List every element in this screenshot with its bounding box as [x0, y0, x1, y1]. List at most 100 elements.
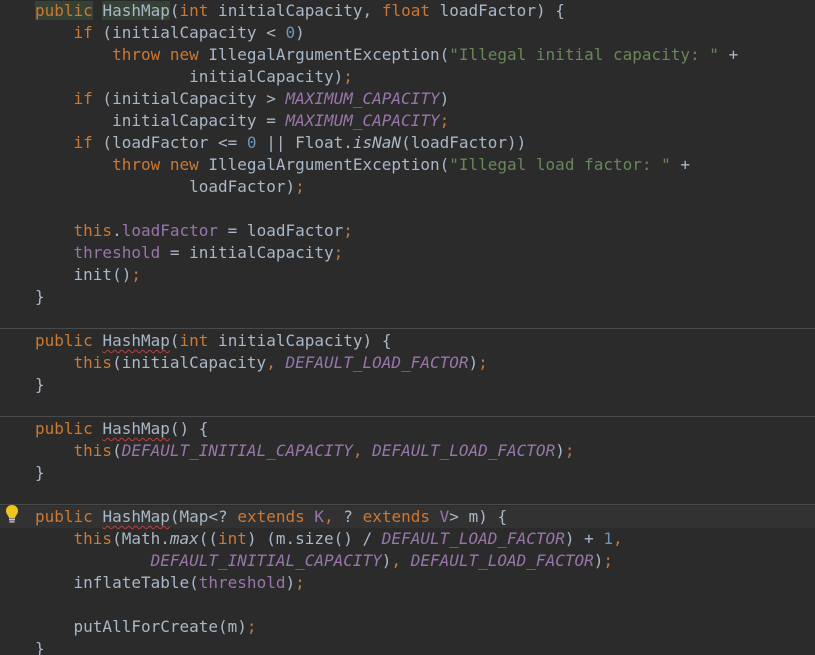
code-token: ) (m.size() / — [246, 529, 382, 548]
code-token: DEFAULT_LOAD_FACTOR — [372, 441, 556, 460]
code-token: ; — [603, 551, 614, 570]
code-token: DEFAULT_LOAD_FACTOR — [410, 551, 594, 570]
code-token: ; — [564, 441, 575, 460]
code-token: ) — [468, 353, 479, 372]
code-token: init() — [35, 265, 132, 284]
code-token: if — [73, 23, 93, 42]
code-token: } — [35, 639, 45, 655]
code-token: (loadFactor)) — [401, 133, 527, 152]
code-line[interactable]: } — [35, 374, 45, 396]
code-line[interactable]: threshold = initialCapacity; — [35, 242, 344, 264]
code-token: ; — [246, 617, 257, 636]
code-line[interactable]: if (initialCapacity > MAXIMUM_CAPACITY) — [35, 88, 450, 110]
code-token: HashMap — [102, 419, 170, 438]
code-line[interactable]: inflateTable(threshold); — [35, 572, 305, 594]
code-token: IllegalArgumentException( — [198, 45, 450, 64]
code-token: "Illegal initial capacity: " — [449, 45, 719, 64]
code-line[interactable]: putAllForCreate(m); — [35, 616, 257, 638]
code-token: int — [179, 1, 209, 20]
code-token: } — [35, 287, 45, 306]
code-line[interactable]: public HashMap(int initialCapacity) { — [35, 330, 391, 352]
code-token: ) + — [564, 529, 604, 548]
code-line[interactable]: this(DEFAULT_INITIAL_CAPACITY, DEFAULT_L… — [35, 440, 575, 462]
code-token: } — [35, 375, 45, 394]
code-line[interactable]: } — [35, 638, 45, 655]
code-token: , — [352, 441, 363, 460]
code-token: throw new — [112, 155, 199, 174]
code-token: this — [73, 221, 113, 240]
code-token: this — [73, 441, 113, 460]
code-token: ; — [333, 243, 344, 262]
code-line[interactable]: this(initialCapacity, DEFAULT_LOAD_FACTO… — [35, 352, 488, 374]
code-token: public — [35, 507, 93, 526]
code-token: ( — [169, 331, 180, 350]
lightbulb-icon[interactable] — [4, 503, 20, 525]
code-token: ? — [333, 507, 363, 526]
code-line[interactable]: } — [35, 286, 45, 308]
code-line[interactable]: init(); — [35, 264, 141, 286]
code-token: threshold — [73, 243, 161, 262]
code-token: putAllForCreate(m) — [35, 617, 247, 636]
code-line[interactable]: initialCapacity = MAXIMUM_CAPACITY; — [35, 110, 449, 132]
code-token: ; — [131, 265, 141, 284]
code-token: float — [381, 1, 430, 20]
code-line[interactable]: } — [35, 462, 45, 484]
code-editor[interactable]: public HashMap(int initialCapacity, floa… — [0, 0, 815, 655]
code-line[interactable]: public HashMap(int initialCapacity, floa… — [35, 0, 565, 22]
code-token: ; — [478, 353, 488, 372]
code-line[interactable]: initialCapacity); — [35, 66, 353, 88]
code-token: ; — [343, 67, 353, 86]
code-token: + — [670, 155, 691, 174]
method-separator — [0, 328, 815, 329]
code-token: extends — [237, 507, 305, 526]
code-token: V — [439, 507, 450, 526]
code-token: extends — [362, 507, 431, 526]
code-token: ; — [295, 177, 305, 196]
code-token: if — [73, 133, 93, 152]
code-token: . — [112, 221, 122, 240]
code-line[interactable]: DEFAULT_INITIAL_CAPACITY), DEFAULT_LOAD_… — [35, 550, 613, 572]
code-token: ) — [381, 551, 392, 570]
code-token: (loadFactor <= — [92, 133, 247, 152]
code-line[interactable]: public HashMap() { — [35, 418, 208, 440]
code-token: public — [35, 331, 93, 350]
code-token: public — [35, 1, 93, 20]
code-token: int — [218, 529, 247, 548]
code-line[interactable]: this.loadFactor = loadFactor; — [35, 220, 353, 242]
code-token: inflateTable( — [35, 573, 199, 592]
code-line[interactable]: loadFactor); — [35, 176, 305, 198]
code-line[interactable]: throw new IllegalArgumentException("Ille… — [35, 154, 690, 176]
code-token: initialCapacity = — [35, 111, 286, 130]
code-token: > m) { — [449, 507, 508, 526]
code-line[interactable]: if (loadFactor <= 0 || Float.isNaN(loadF… — [35, 132, 527, 154]
code-token: (initialCapacity > — [92, 89, 286, 108]
code-line[interactable]: throw new IllegalArgumentException("Ille… — [35, 44, 738, 66]
code-token: ( — [169, 1, 180, 20]
code-token: this — [73, 529, 113, 548]
code-token: max — [169, 529, 199, 548]
code-token: (Math. — [112, 529, 170, 548]
code-token: ) — [439, 89, 450, 108]
code-line[interactable]: if (initialCapacity < 0) — [35, 22, 305, 44]
code-line[interactable]: public HashMap(Map<? extends K, ? extend… — [35, 506, 507, 528]
code-token: + — [718, 45, 739, 64]
code-token: IllegalArgumentException( — [198, 155, 450, 174]
code-token: () { — [169, 419, 209, 438]
code-token: initialCapacity) — [35, 67, 344, 86]
code-line[interactable]: this(Math.max((int) (m.size() / DEFAULT_… — [35, 528, 623, 550]
code-token: ) — [555, 441, 565, 460]
code-token: (( — [198, 529, 219, 548]
code-token: HashMap — [102, 507, 170, 526]
code-token: HashMap — [102, 331, 170, 350]
code-token: 0 — [246, 133, 257, 152]
